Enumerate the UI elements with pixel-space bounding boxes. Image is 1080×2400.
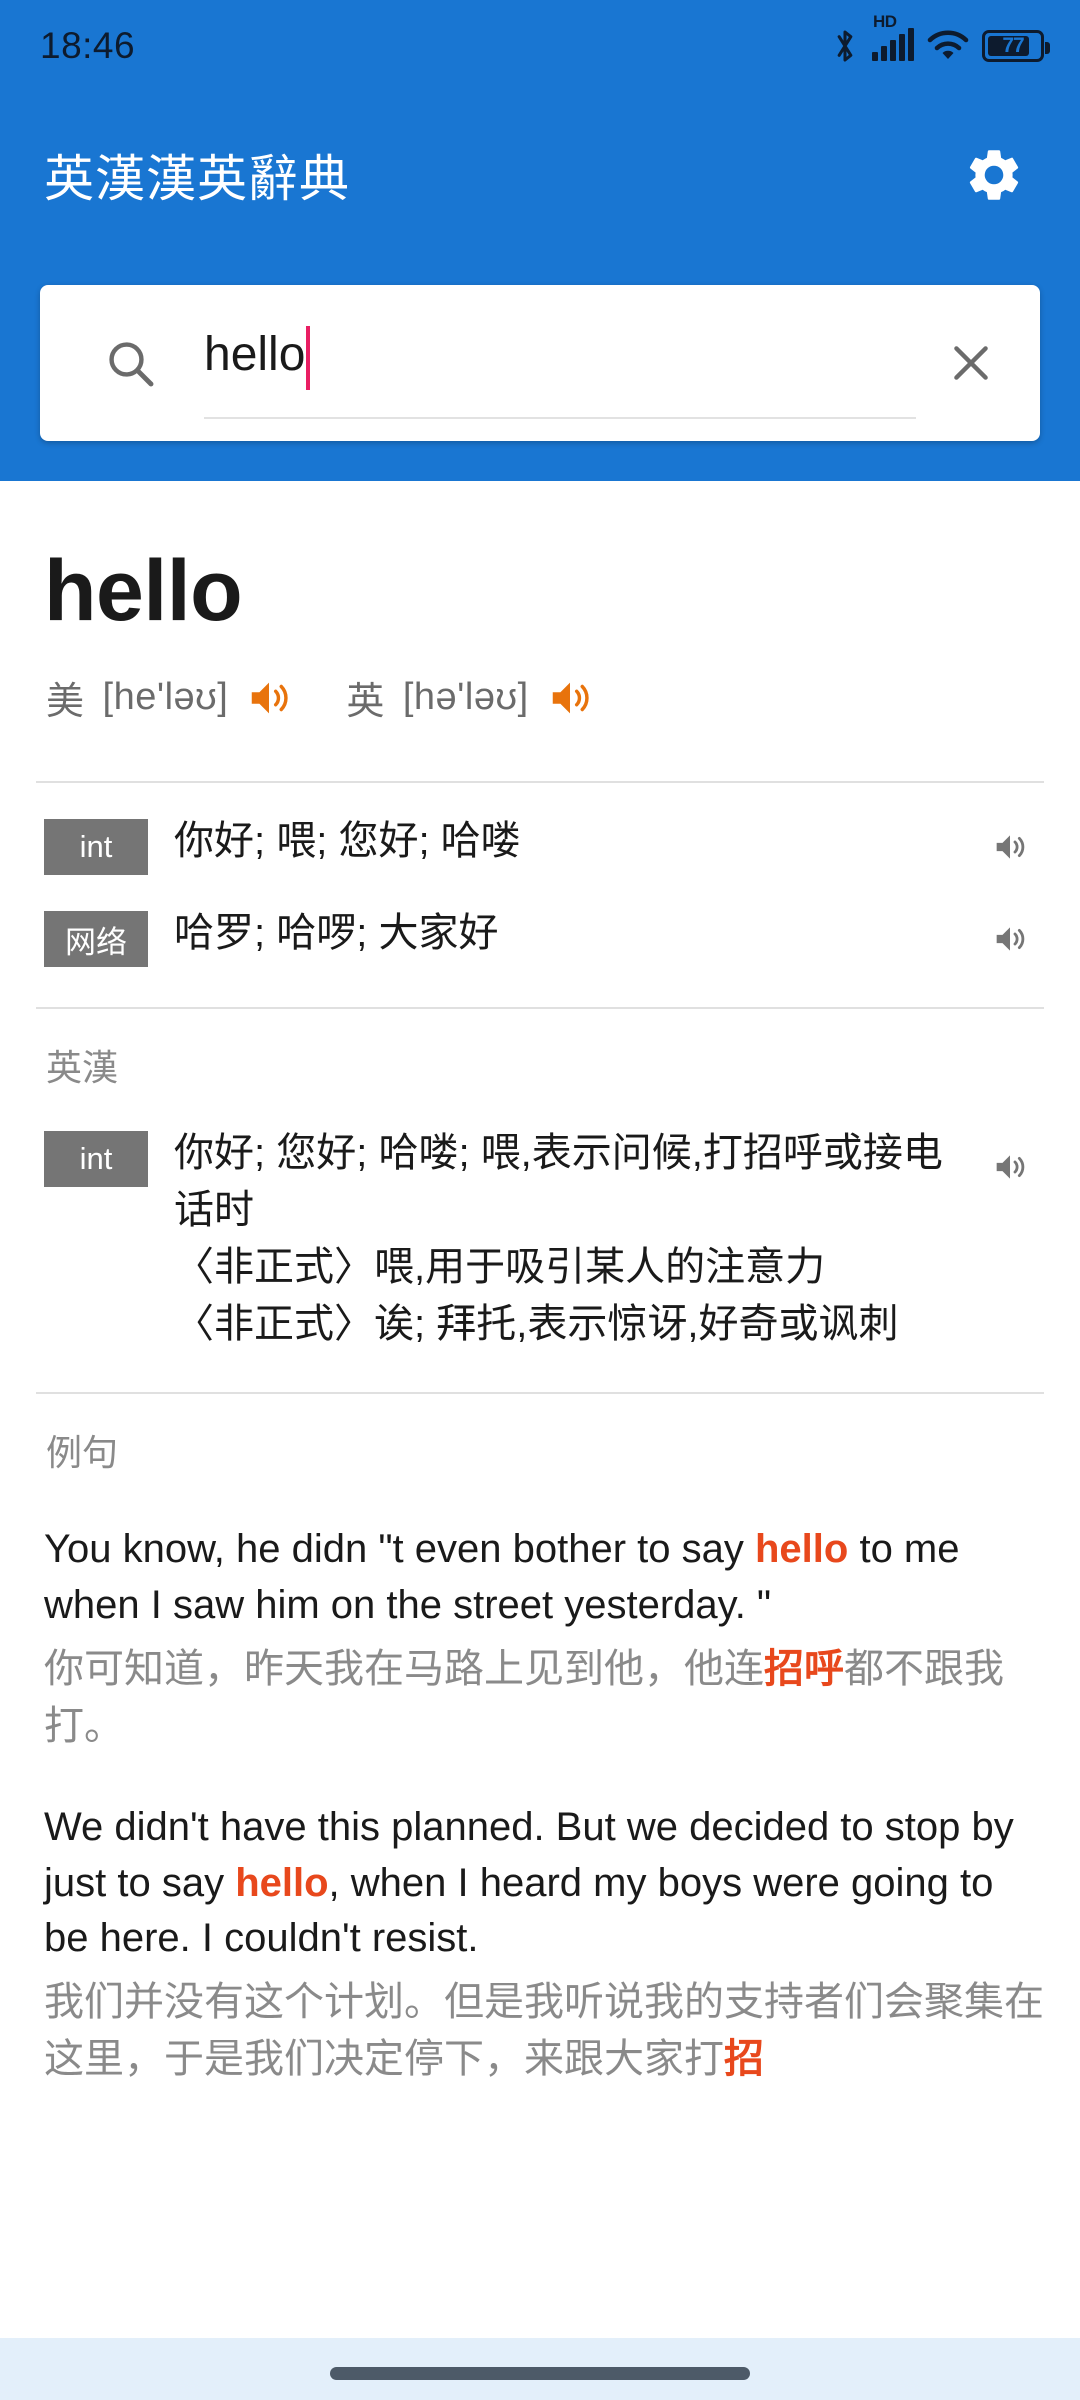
entry-content: hello 美 [he'ləʊ] 英 [hə'ləʊ] int 你好; 喂; 您… xyxy=(0,481,1080,2359)
example-zh-before: 你可知道，昨天我在马路上见到他，他连 xyxy=(44,1646,764,1691)
example-english: You know, he didn "t even bother to say … xyxy=(44,1522,1044,1632)
app-bar: 英漢漢英辭典 xyxy=(0,110,1080,240)
definition-text: 你好; 您好; 哈喽; 喂,表示问候,打招呼或接电话时 〈非正式〉喂,用于吸引某… xyxy=(174,1131,943,1346)
example-zh-highlight: 招呼 xyxy=(764,1646,844,1691)
bluetooth-icon xyxy=(831,26,859,66)
signal-bars-icon: HD xyxy=(872,12,914,61)
gear-icon[interactable] xyxy=(956,137,1032,213)
speaker-icon[interactable] xyxy=(990,827,1044,867)
page-title: hello xyxy=(44,543,243,639)
definition-row[interactable]: int 你好; 您好; 哈喽; 喂,表示问候,打招呼或接电话时 〈非正式〉喂,用… xyxy=(0,1091,1080,1352)
pronunciation-row: 美 [he'ləʊ] 英 [hə'ləʊ] xyxy=(0,636,1080,725)
app-screen: 18:46 HD 77 英漢漢英辭典 hello hello 美 [he'ləʊ… xyxy=(0,0,1080,2400)
examples-list: You know, he didn "t even bother to say … xyxy=(0,1476,1080,2087)
example-item[interactable]: You know, he didn "t even bother to say … xyxy=(44,1476,1044,1754)
status-icons: HD 77 xyxy=(831,12,1050,66)
pos-tag: int xyxy=(44,819,148,876)
pronunciation-us-ipa: [he'ləʊ] xyxy=(102,676,229,719)
network-type-label: HD xyxy=(873,12,897,31)
section-label-dictionary: 英漢 xyxy=(46,1047,119,1089)
example-en-before: You know, he didn "t even bother to say xyxy=(44,1527,755,1572)
example-english: We didn't have this planned. But we deci… xyxy=(44,1800,1044,1966)
pronunciation-us-text: 美 xyxy=(46,681,85,724)
home-indicator[interactable] xyxy=(330,2366,750,2380)
search-bar[interactable]: hello xyxy=(40,285,1040,441)
app-header: 18:46 HD 77 英漢漢英辭典 hello xyxy=(0,0,1080,481)
example-chinese: 你可知道，昨天我在马路上见到他，他连招呼都不跟我打。 xyxy=(44,1633,1044,1755)
pronunciation-uk-text: 英 xyxy=(346,681,385,724)
app-title: 英漢漢英辭典 xyxy=(44,151,350,207)
pos-tag: 网络 xyxy=(44,911,148,968)
section-label-examples: 例句 xyxy=(46,1432,119,1474)
pronunciation-uk: 英 [hə'ləʊ] xyxy=(346,670,592,725)
example-item[interactable]: We didn't have this planned. But we deci… xyxy=(44,1754,1044,2087)
example-chinese: 我们并没有这个计划。但是我听说我的支持者们会聚集在这里，于是我们决定停下，来跟大… xyxy=(44,1966,1044,2088)
definition-row[interactable]: 网络 哈罗; 哈啰; 大家好 xyxy=(0,875,1080,968)
status-clock: 18:46 xyxy=(40,25,136,66)
example-en-highlight: hello xyxy=(755,1527,849,1572)
status-bar: 18:46 HD 77 xyxy=(0,0,1080,92)
pronunciation-uk-ipa: [hə'ləʊ] xyxy=(402,676,529,719)
battery-icon: 77 xyxy=(982,30,1050,62)
close-icon[interactable] xyxy=(936,328,1006,398)
example-zh-highlight: 招 xyxy=(724,2036,764,2081)
system-navigation-bar xyxy=(0,2338,1080,2400)
example-en-highlight: hello xyxy=(235,1860,329,1905)
speaker-icon[interactable] xyxy=(547,675,593,721)
text-caret xyxy=(306,326,311,390)
definition-text: 你好; 喂; 您好; 哈喽 xyxy=(174,819,521,864)
definition-text: 哈罗; 哈啰; 大家好 xyxy=(174,911,499,956)
wifi-icon xyxy=(927,29,969,63)
example-zh-before: 我们并没有这个计划。但是我听说我的支持者们会聚集在这里，于是我们决定停下，来跟大… xyxy=(44,1980,1044,2081)
search-input[interactable]: hello xyxy=(204,307,916,419)
search-icon xyxy=(102,335,158,391)
definition-row[interactable]: int 你好; 喂; 您好; 哈喽 xyxy=(0,783,1080,876)
battery-level: 77 xyxy=(1002,34,1024,57)
pos-tag: int xyxy=(44,1131,148,1188)
speaker-icon[interactable] xyxy=(990,1147,1044,1187)
speaker-icon[interactable] xyxy=(246,675,292,721)
pronunciation-us: 美 [he'ləʊ] xyxy=(46,670,292,725)
speaker-icon[interactable] xyxy=(990,919,1044,959)
search-input-value: hello xyxy=(204,328,306,381)
